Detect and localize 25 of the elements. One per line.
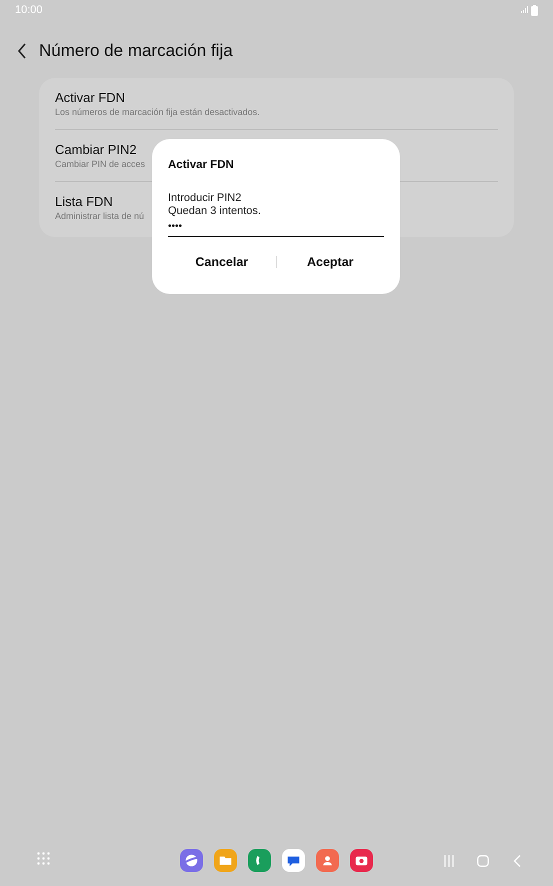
app-icon[interactable] [282, 848, 305, 872]
item-subtitle: Cambiar PIN de acces [55, 158, 146, 171]
app-icon[interactable] [350, 848, 373, 872]
dialog-title: Activar FDN [168, 158, 234, 173]
dialog-message: Introducir PIN2 [168, 192, 242, 206]
dialog-hint: Quedan 3 intentos. [168, 205, 261, 218]
item-subtitle: Los números de marcación fija están desactivados. [55, 106, 260, 119]
dialog-button[interactable]: Aceptar [276, 247, 384, 278]
app-icon[interactable] [248, 848, 271, 872]
pin-field[interactable]: •••• [168, 219, 384, 238]
item-subtitle: Administrar lista de nú [55, 210, 144, 223]
battery-icon [531, 4, 538, 16]
signal-icon [520, 6, 529, 14]
app-icon[interactable] [180, 848, 203, 872]
page-title: Número de marcación fija [39, 40, 233, 62]
back-icon[interactable] [513, 855, 521, 867]
apps-grid-icon[interactable] [37, 852, 50, 865]
home-icon[interactable] [477, 855, 489, 867]
dialog-button[interactable]: Cancelar [168, 247, 276, 278]
item-title: Lista FDN [55, 193, 113, 210]
app-icon[interactable] [316, 848, 339, 872]
item-title: Activar FDN [55, 89, 126, 106]
recents-icon[interactable] [444, 855, 454, 867]
settings-item[interactable]: Activar FDN Los números de marcación fija están desactivados. [55, 89, 498, 129]
item-title: Cambiar PIN2 [55, 141, 137, 158]
